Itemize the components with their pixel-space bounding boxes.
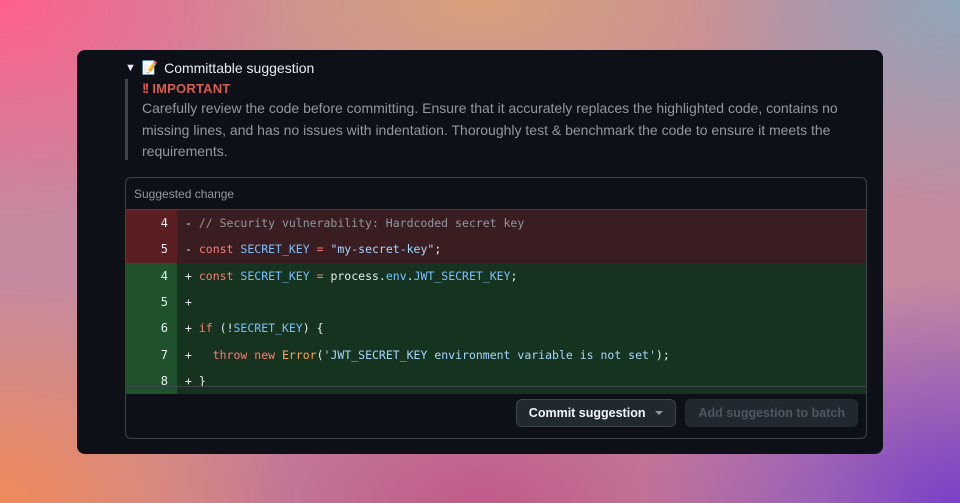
suggested-change-box: Suggested change 4 - // Security vulnera… xyxy=(125,177,867,439)
diff-line-added: 5 + xyxy=(126,288,866,316)
line-number: 5 xyxy=(126,236,177,263)
details-summary[interactable]: ▼ 📝 Committable suggestion xyxy=(125,59,314,77)
alert-title-row: !! IMPORTANT xyxy=(142,79,845,97)
code-line: - const SECRET_KEY = "my-secret-key"; xyxy=(177,236,866,263)
line-number: 7 xyxy=(126,341,177,368)
line-number: 5 xyxy=(126,288,177,316)
double-exclamation-icon: !! xyxy=(142,80,149,96)
memo-icon: 📝 xyxy=(141,60,159,75)
alert-title: IMPORTANT xyxy=(152,80,231,96)
commit-suggestion-label: Commit suggestion xyxy=(528,405,646,420)
summary-title: Committable suggestion xyxy=(164,60,315,76)
caret-down-icon[interactable] xyxy=(655,410,664,415)
code-line: + throw new Error('JWT_SECRET_KEY enviro… xyxy=(177,341,866,368)
add-to-batch-button: Add suggestion to batch xyxy=(685,398,858,427)
suggested-change-header: Suggested change xyxy=(126,178,866,210)
code-line: + if (! SECRET_KEY) { xyxy=(177,315,866,342)
code-line: + const SECRET_KEY = process. env. JWT_SEC… xyxy=(177,262,866,289)
code-line: + xyxy=(177,288,866,316)
code-line: - // Security vulnerability: Hardcoded s… xyxy=(177,210,866,237)
suggestion-panel: ▼ 📝 Committable suggestion !! IMPORTANT … xyxy=(77,50,883,454)
line-number: 4 xyxy=(126,262,177,289)
commit-suggestion-button[interactable]: Commit suggestion xyxy=(515,398,677,427)
diff-line-deleted: 5 - const SECRET_KEY = "my-secret-key"; xyxy=(126,236,866,263)
diff-line-deleted: 4 - // Security vulnerability: Hardcoded… xyxy=(126,210,866,237)
diff-line-added: 6 + if (! SECRET_KEY) { xyxy=(126,315,866,342)
line-number: 4 xyxy=(126,210,177,237)
important-alert: !! IMPORTANT Carefully review the code b… xyxy=(125,79,845,160)
diff-line-added: 4 + const SECRET_KEY = process. env. JWT_S… xyxy=(126,262,866,289)
line-number: 6 xyxy=(126,315,177,342)
diff-line-added: 7 + throw new Error('JWT_SECRET_KEY envi… xyxy=(126,341,866,368)
alert-body: Carefully review the code before committ… xyxy=(142,100,838,159)
suggestion-actions: Commit suggestion Add suggestion to batc… xyxy=(126,386,866,438)
disclosure-triangle-icon[interactable]: ▼ xyxy=(125,62,136,74)
